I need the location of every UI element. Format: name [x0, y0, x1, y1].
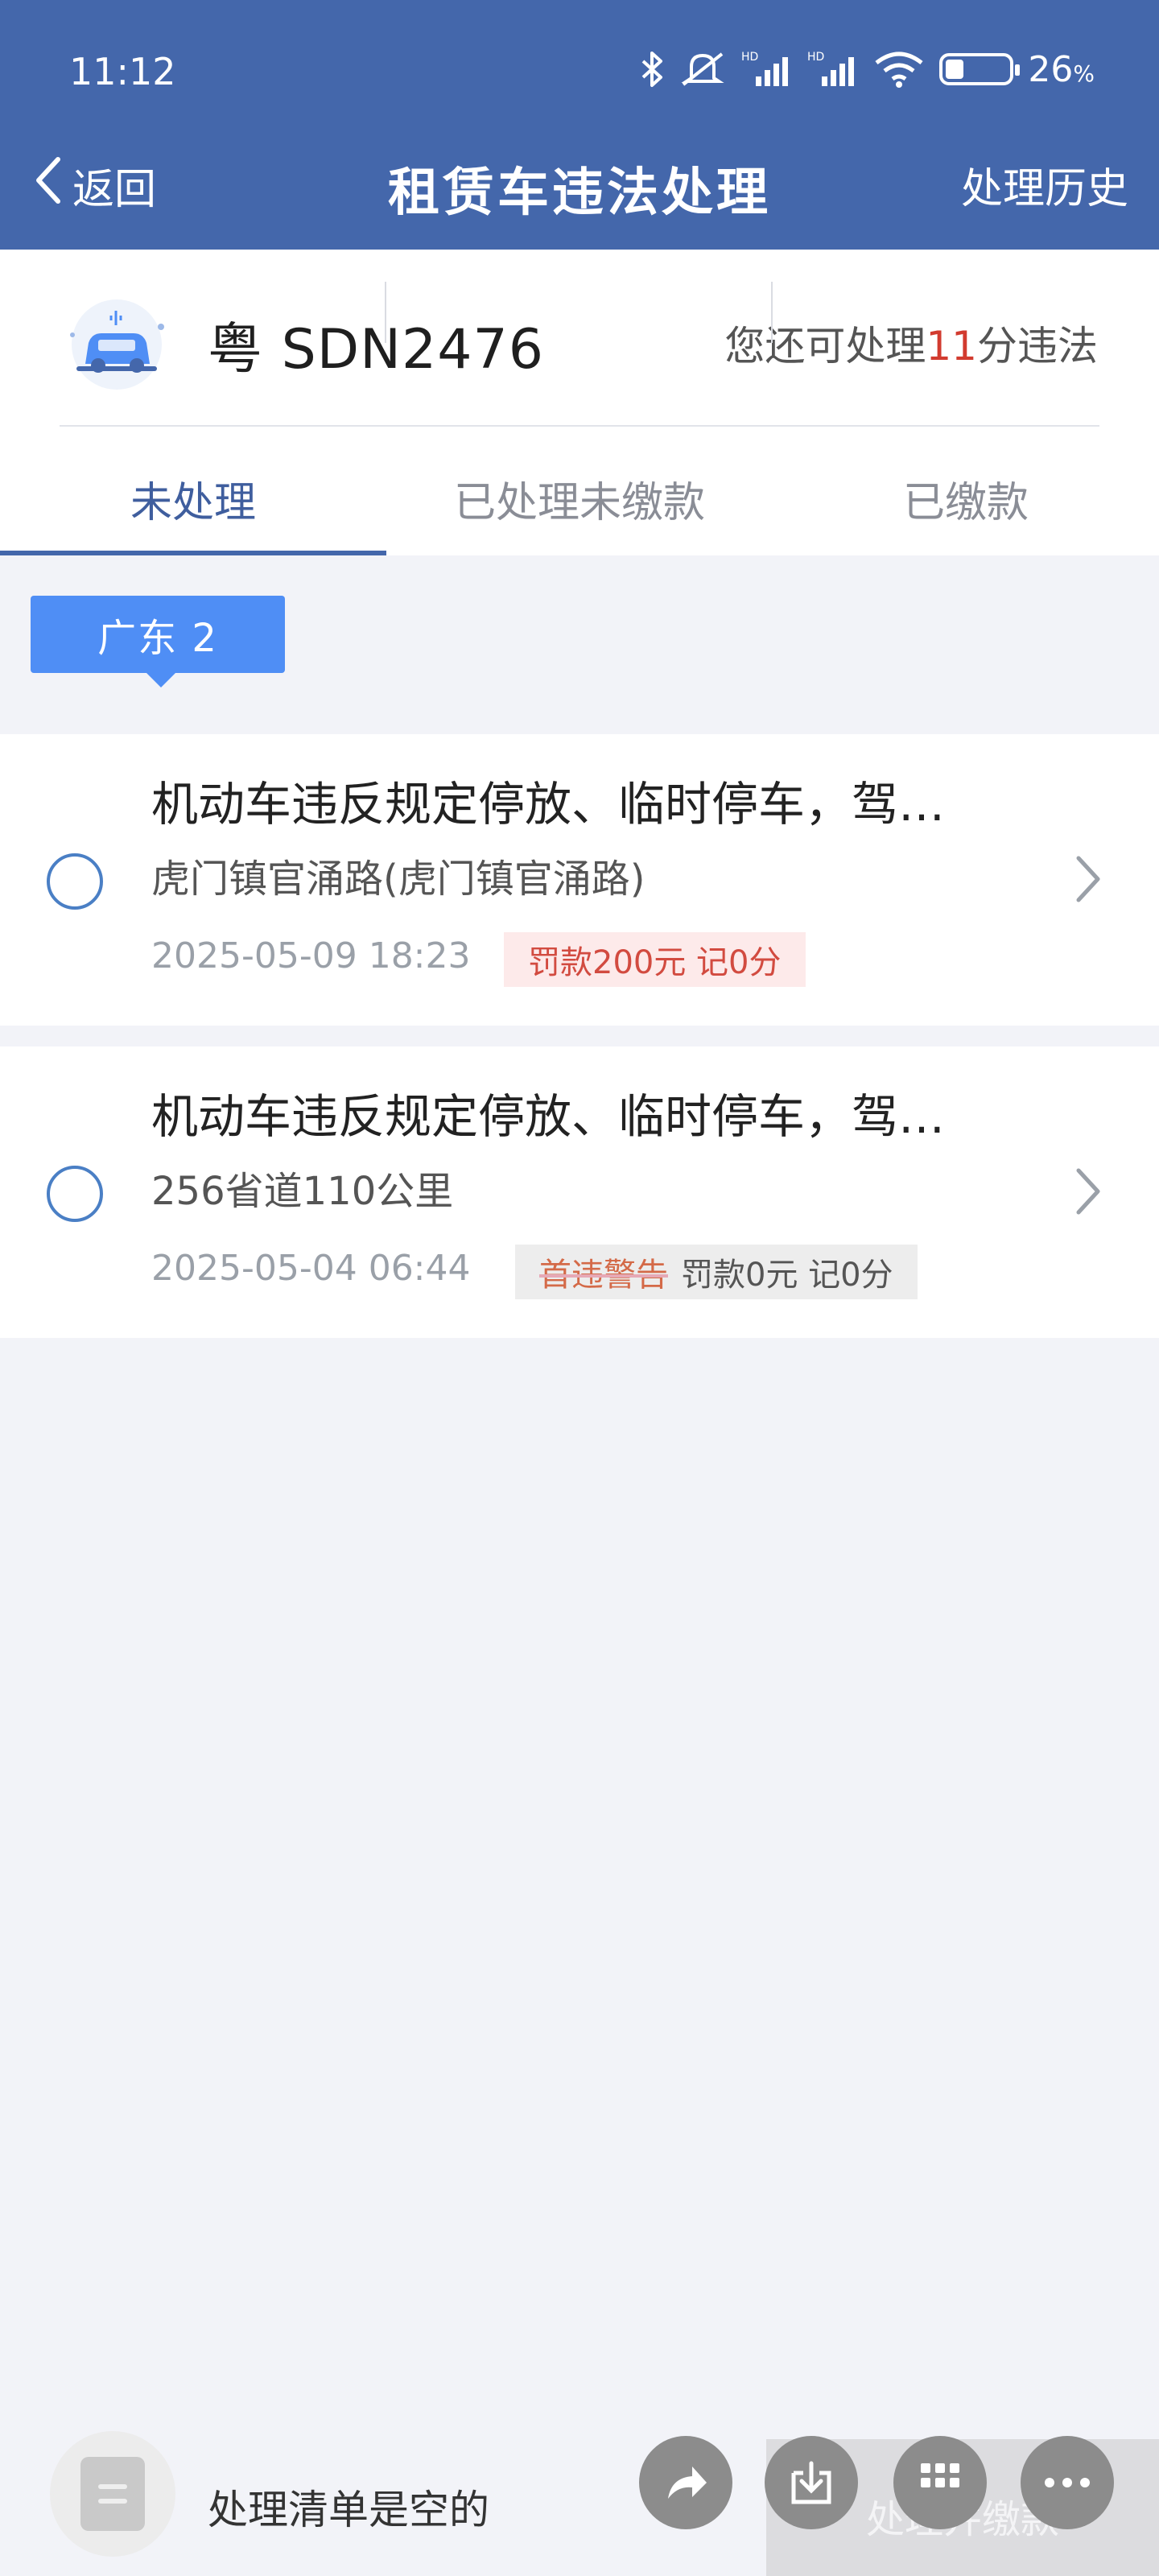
processing-list-button[interactable]	[50, 2431, 175, 2557]
list-item[interactable]: 机动车违反规定停放、临时停车，驾… 256省道110公里 2025-05-04 …	[0, 1046, 1159, 1338]
status-bar: 11:12 HD HD 26%	[0, 0, 1159, 145]
violation-title: 机动车违反规定停放、临时停车，驾…	[151, 777, 946, 832]
app-header: 11:12 HD HD 26% 返回 租赁车违法处理 处理历史	[0, 0, 1159, 250]
car-icon	[56, 295, 177, 399]
tab-separator	[771, 282, 773, 343]
vehicle-card: 粤 SDN2476 您还可处理11分违法 未处理 已处理未缴款 已缴款	[0, 250, 1159, 555]
list-icon	[80, 2457, 145, 2531]
bottom-bar: 处理清单是空的 处理并缴款	[0, 2415, 1159, 2576]
penalty-text: 罚款0元 记0分	[681, 1257, 893, 1294]
nav-bar: 返回 租赁车违法处理 处理历史	[0, 137, 1159, 233]
grid-icon[interactable]	[893, 2436, 987, 2529]
violation-time: 2025-05-09 18:23	[151, 935, 471, 976]
tab-unprocessed[interactable]: 未处理	[0, 428, 386, 555]
battery-percentage: 26%	[1028, 48, 1095, 90]
tab-processed-unpaid[interactable]: 已处理未缴款	[386, 428, 773, 555]
svg-text:HD: HD	[807, 51, 824, 64]
remain-suffix: 分违法	[977, 323, 1098, 369]
download-icon[interactable]	[765, 2436, 858, 2529]
region-filter-chip[interactable]: 广东 2	[31, 596, 285, 687]
status-time: 11:12	[69, 50, 176, 93]
empty-list-text: 处理清单是空的	[208, 2487, 489, 2533]
remaining-points: 您还可处理11分违法	[724, 314, 1098, 372]
bluetooth-icon	[640, 50, 664, 89]
penalty-badge: 首违警告 罚款0元 记0分	[515, 1245, 918, 1299]
license-plate: 粤 SDN2476	[208, 318, 545, 382]
hd-signal-icon: HD	[807, 49, 859, 89]
chevron-right-icon[interactable]	[1074, 853, 1103, 908]
penalty-badge: 罚款200元 记0分	[504, 932, 806, 987]
list-item[interactable]: 机动车违反规定停放、临时停车，驾… 虎门镇官涌路(虎门镇官涌路) 2025-05…	[0, 734, 1159, 1026]
history-button[interactable]: 处理历史	[961, 155, 1128, 215]
tab-bar: 未处理 已处理未缴款 已缴款	[0, 428, 1159, 555]
remain-count: 11	[926, 323, 977, 369]
select-radio[interactable]	[47, 853, 103, 910]
wifi-icon	[873, 50, 925, 89]
select-radio[interactable]	[47, 1166, 103, 1222]
hd-signal-icon: HD	[741, 49, 793, 89]
remain-prefix: 您还可处理	[724, 323, 926, 369]
violation-location: 虎门镇官涌路(虎门镇官涌路)	[151, 857, 645, 902]
status-icons: HD HD 26%	[640, 45, 1095, 93]
mute-icon	[678, 49, 727, 89]
share-icon[interactable]	[639, 2436, 732, 2529]
chevron-right-icon[interactable]	[1074, 1166, 1103, 1220]
violation-title: 机动车违反规定停放、临时停车，驾…	[151, 1089, 946, 1144]
battery-icon	[939, 53, 1021, 85]
svg-text:HD: HD	[741, 51, 758, 64]
violation-time: 2025-05-04 06:44	[151, 1248, 471, 1289]
violation-location: 256省道110公里	[151, 1169, 454, 1214]
divider	[60, 425, 1099, 427]
first-offense-warning: 首违警告	[539, 1257, 668, 1294]
tab-separator	[385, 282, 386, 343]
tab-paid[interactable]: 已缴款	[773, 428, 1159, 555]
more-icon[interactable]	[1021, 2436, 1114, 2529]
